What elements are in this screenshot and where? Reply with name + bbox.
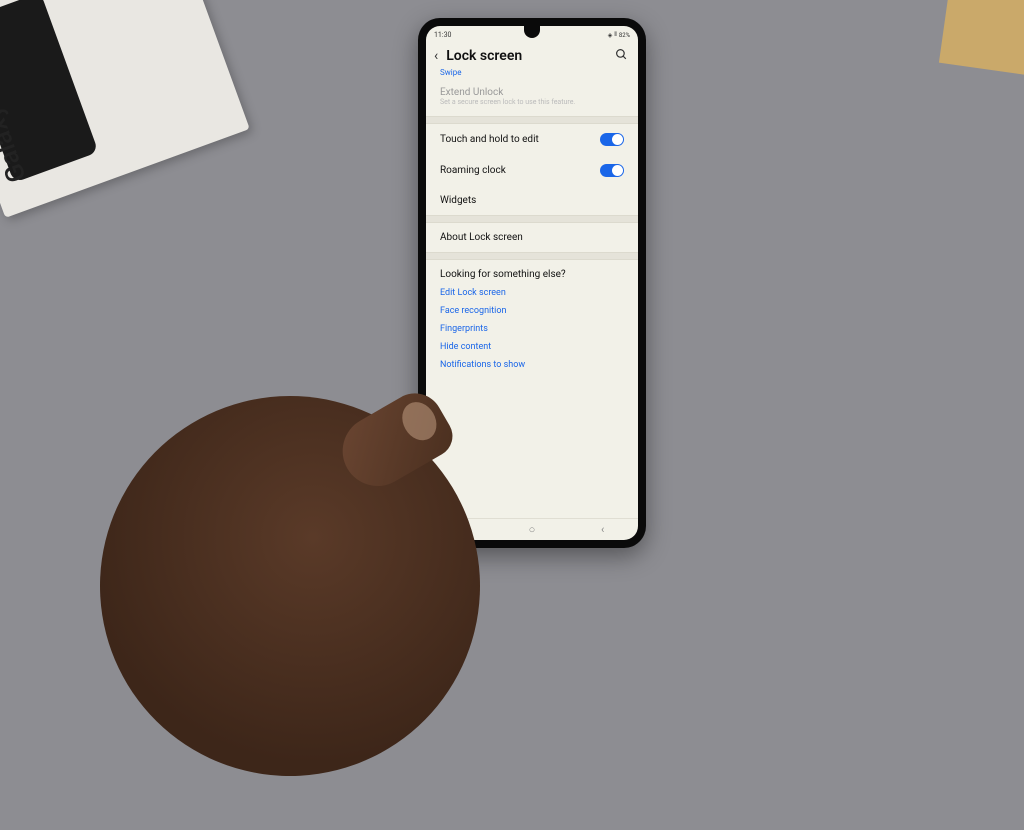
touch-hold-toggle[interactable]: [600, 133, 624, 146]
product-box: Galaxy A06: [0, 0, 250, 218]
phone-screen: 11:30 ◈ ⫴ 82% ‹ Lock screen Swipe Extend…: [426, 26, 638, 540]
swipe-link[interactable]: Swipe: [426, 66, 638, 83]
touch-hold-row[interactable]: Touch and hold to edit: [426, 124, 638, 155]
roaming-clock-toggle[interactable]: [600, 164, 624, 177]
extend-unlock-desc: Set a secure screen lock to use this fea…: [440, 98, 624, 106]
fingerprints-link[interactable]: Fingerprints: [426, 320, 638, 338]
search-icon[interactable]: [615, 48, 628, 64]
status-time: 11:30: [434, 31, 451, 39]
roaming-clock-label: Roaming clock: [440, 165, 600, 176]
face-recognition-link[interactable]: Face recognition: [426, 302, 638, 320]
status-right: ◈ ⫴ 82%: [608, 31, 630, 39]
home-icon[interactable]: ○: [525, 523, 539, 536]
header: ‹ Lock screen: [426, 42, 638, 66]
about-row[interactable]: About Lock screen: [426, 223, 638, 252]
roaming-clock-row[interactable]: Roaming clock: [426, 155, 638, 186]
edit-lock-screen-link[interactable]: Edit Lock screen: [426, 284, 638, 302]
looking-title: Looking for something else?: [426, 260, 638, 284]
widgets-label: Widgets: [440, 195, 624, 206]
phone-frame: 11:30 ◈ ⫴ 82% ‹ Lock screen Swipe Extend…: [418, 18, 646, 548]
hide-content-link[interactable]: Hide content: [426, 338, 638, 356]
divider: [426, 116, 638, 124]
back-icon[interactable]: ‹: [434, 48, 438, 64]
page-title: Lock screen: [446, 48, 607, 64]
battery-label: 82%: [619, 32, 630, 39]
extend-unlock-title: Extend Unlock: [440, 87, 624, 98]
wood-block: [939, 0, 1024, 77]
divider: [426, 215, 638, 223]
back-nav-icon[interactable]: ‹: [596, 523, 610, 536]
extend-unlock-row: Extend Unlock Set a secure screen lock t…: [426, 83, 638, 116]
touch-hold-label: Touch and hold to edit: [440, 134, 600, 145]
settings-content: Swipe Extend Unlock Set a secure screen …: [426, 66, 638, 518]
wifi-icon: ◈: [608, 32, 613, 39]
about-label: About Lock screen: [440, 232, 624, 243]
divider: [426, 252, 638, 260]
widgets-row[interactable]: Widgets: [426, 186, 638, 215]
notifications-link[interactable]: Notifications to show: [426, 356, 638, 374]
signal-icon: ⫴: [614, 31, 617, 39]
